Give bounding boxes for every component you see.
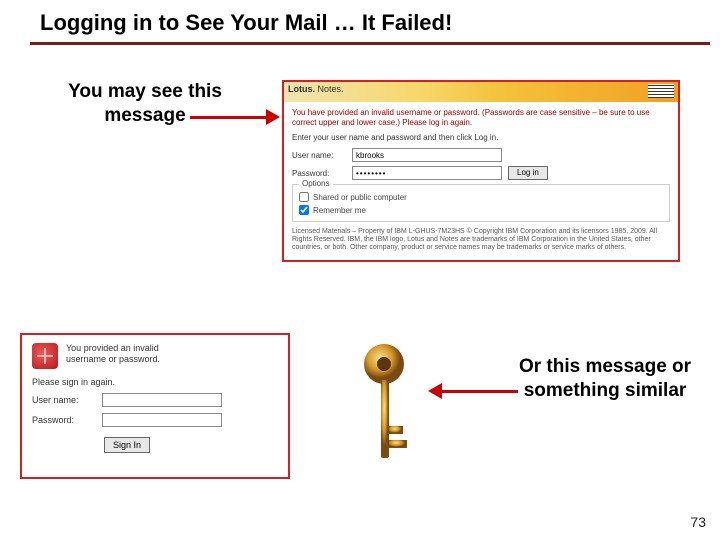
lotus-login-error-screenshot: Lotus. Notes. You have provided an inval… — [282, 80, 680, 262]
shared-computer-checkbox[interactable] — [299, 192, 309, 202]
lead2-line-2: something similar — [524, 380, 687, 401]
shared-computer-label: Shared or public computer — [313, 193, 407, 202]
signin-button[interactable]: Sign In — [104, 437, 150, 453]
error-message-text: You have provided an invalid username or… — [292, 108, 670, 127]
signin-error-line-2: username or password. — [66, 354, 160, 364]
title-underline — [30, 42, 710, 45]
key-icon — [350, 340, 440, 470]
lead-message-2: Or this message or something similar — [490, 355, 720, 403]
signin-error-screenshot: You provided an invalid username or pass… — [20, 333, 290, 479]
signin-error-line-1: You provided an invalid — [66, 343, 159, 353]
arrow-right-icon — [190, 112, 280, 122]
lead-line-1: You may see this — [68, 81, 222, 102]
options-group: Options Shared or public computer Rememb… — [292, 184, 670, 222]
lead-line-2: message — [104, 105, 185, 126]
signin-sub-text: Please sign in again. — [32, 377, 278, 387]
signin-error-text: You provided an invalid username or pass… — [66, 343, 160, 365]
lotus-header-bar: Lotus. Notes. — [284, 82, 678, 102]
login-instruction: Enter your user name and password and th… — [292, 133, 670, 142]
page-title: Logging in to See Your Mail … It Failed! — [0, 0, 720, 42]
signin-username-input[interactable] — [102, 393, 222, 407]
lead2-line-1: Or this message or — [519, 356, 691, 377]
password-label: Password: — [292, 169, 352, 178]
signin-username-label: User name: — [32, 395, 102, 405]
options-legend: Options — [299, 179, 333, 188]
password-input[interactable] — [352, 166, 502, 180]
lotus-brand-b: Notes. — [318, 84, 344, 94]
username-label: User name: — [292, 151, 352, 160]
page-number: 73 — [690, 514, 706, 530]
license-footer: Licensed Materials – Property of IBM L-G… — [292, 228, 670, 252]
header-graphic-icon — [648, 84, 674, 98]
username-input[interactable] — [352, 148, 502, 162]
signin-password-label: Password: — [32, 415, 102, 425]
error-icon — [32, 343, 58, 369]
login-button[interactable]: Log in — [508, 166, 548, 180]
remember-me-label: Remember me — [313, 206, 366, 215]
lotus-brand-a: Lotus. — [288, 84, 315, 94]
signin-password-input[interactable] — [102, 413, 222, 427]
lotus-logo: Lotus. Notes. — [288, 84, 344, 94]
remember-me-checkbox[interactable] — [299, 205, 309, 215]
